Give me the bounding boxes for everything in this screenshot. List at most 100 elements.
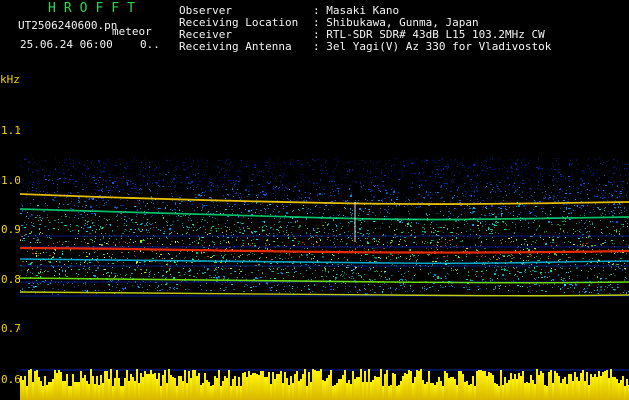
- spectrogram-pixel: [355, 268, 356, 269]
- spectrogram-pixel: [177, 233, 178, 234]
- spectrogram-pixel: [162, 276, 163, 277]
- spectrogram-pixel: [360, 233, 361, 234]
- spectrogram-pixel: [390, 194, 391, 195]
- spectrogram-pixel: [188, 220, 189, 221]
- spectrogram-pixel: [236, 192, 237, 193]
- power-bar: [160, 386, 162, 400]
- spectrogram-pixel: [258, 270, 259, 271]
- spectrogram-pixel: [176, 288, 177, 289]
- spectrogram-pixel: [50, 261, 51, 262]
- spectrogram-pixel: [547, 173, 548, 174]
- spectrogram-pixel: [470, 279, 471, 280]
- spectrogram-pixel: [126, 221, 127, 222]
- spectrogram-pixel: [378, 241, 379, 242]
- spectrogram-pixel: [457, 166, 458, 167]
- spectrogram-pixel: [79, 255, 80, 256]
- spectrogram-pixel: [222, 161, 223, 162]
- spectrogram-pixel: [542, 192, 543, 193]
- spectrogram-pixel: [36, 170, 37, 171]
- spectrogram-pixel: [525, 208, 526, 209]
- spectrogram-pixel: [259, 175, 260, 176]
- spectrogram-pixel: [201, 193, 202, 194]
- spectrogram-pixel: [394, 202, 395, 203]
- spectrogram-pixel: [272, 203, 273, 204]
- spectrogram-pixel: [64, 290, 65, 291]
- spectrogram-pixel: [201, 158, 202, 159]
- spectrogram-pixel: [263, 221, 264, 222]
- power-bar: [218, 370, 220, 400]
- spectrogram-pixel: [430, 242, 432, 243]
- spectrogram-pixel: [24, 158, 25, 160]
- spectrogram-pixel: [567, 288, 569, 289]
- spectrogram-pixel: [122, 183, 123, 184]
- spectrogram-pixel: [209, 197, 211, 198]
- spectrogram-pixel: [416, 159, 417, 160]
- spectrogram-pixel: [306, 232, 307, 234]
- spectrogram-pixel: [211, 227, 212, 229]
- spectrogram-pixel: [127, 283, 128, 284]
- spectrogram-pixel: [214, 165, 215, 166]
- spectrogram-pixel: [474, 196, 475, 197]
- spectrogram-pixel: [416, 264, 417, 265]
- spectrogram-pixel: [219, 180, 220, 181]
- spectrogram-pixel: [33, 171, 34, 172]
- spectrogram-pixel: [435, 158, 436, 159]
- spectrogram-pixel: [317, 260, 318, 261]
- spectrogram-pixel: [594, 211, 595, 212]
- spectrogram-pixel: [123, 256, 124, 257]
- spectrogram-pixel: [65, 241, 66, 242]
- spectrogram-pixel: [305, 225, 306, 226]
- spectrogram-pixel: [230, 195, 231, 196]
- spectrogram-pixel: [433, 245, 434, 246]
- spectrogram-pixel: [424, 288, 425, 289]
- spectrogram-pixel: [447, 273, 448, 274]
- spectrogram-pixel: [406, 160, 407, 161]
- spectrogram-pixel: [478, 228, 479, 229]
- spectrogram-pixel: [569, 268, 570, 269]
- spectrogram-pixel: [138, 192, 139, 193]
- spectrogram-pixel: [165, 174, 167, 175]
- spectrogram-pixel: [589, 231, 590, 232]
- spectrogram-pixel: [596, 290, 597, 291]
- spectrogram-pixel: [215, 218, 216, 219]
- spectrogram-pixel: [394, 158, 395, 159]
- spectrogram-pixel: [42, 233, 43, 234]
- spectrogram-pixel: [573, 291, 574, 292]
- spectrogram-pixel: [251, 180, 253, 181]
- spectrogram-pixel: [410, 226, 412, 227]
- spectrogram-pixel: [498, 160, 499, 162]
- spectrogram-pixel: [259, 258, 260, 259]
- spectrogram-pixel: [322, 170, 323, 171]
- spectrogram-pixel: [512, 290, 513, 291]
- spectrogram-pixel: [156, 257, 157, 258]
- spectrogram-pixel: [361, 222, 362, 223]
- spectrogram-pixel: [470, 208, 471, 209]
- spectrogram-pixel: [604, 242, 606, 243]
- spectrogram-pixel: [482, 264, 483, 265]
- spectrogram-pixel: [33, 223, 34, 224]
- power-bar: [166, 383, 168, 400]
- spectrogram-pixel: [386, 192, 388, 194]
- spectrogram-pixel: [108, 263, 109, 264]
- spectrogram-pixel: [71, 175, 72, 176]
- spectrogram-pixel: [236, 180, 237, 181]
- spectrogram-pixel: [240, 179, 241, 180]
- spectrogram-pixel: [48, 175, 50, 176]
- spectrogram-pixel: [391, 245, 392, 246]
- spectrogram-pixel: [323, 213, 324, 214]
- spectrogram-pixel: [265, 211, 266, 212]
- spectrogram-pixel: [482, 279, 484, 280]
- spectrogram-pixel: [587, 165, 589, 166]
- spectrogram-pixel: [38, 173, 39, 174]
- spectrogram-pixel: [164, 231, 165, 232]
- spectrogram-pixel: [320, 240, 321, 241]
- spectrogram-pixel: [465, 196, 466, 197]
- spectrogram-pixel: [292, 240, 294, 241]
- spectrogram-pixel: [278, 222, 280, 223]
- spectrogram-pixel: [318, 199, 319, 200]
- spectrogram-pixel: [270, 288, 271, 289]
- spectrogram-pixel: [526, 199, 527, 200]
- spectrogram-pixel: [212, 221, 213, 222]
- spectrogram-pixel: [477, 225, 479, 226]
- spectrogram-pixel: [506, 270, 508, 271]
